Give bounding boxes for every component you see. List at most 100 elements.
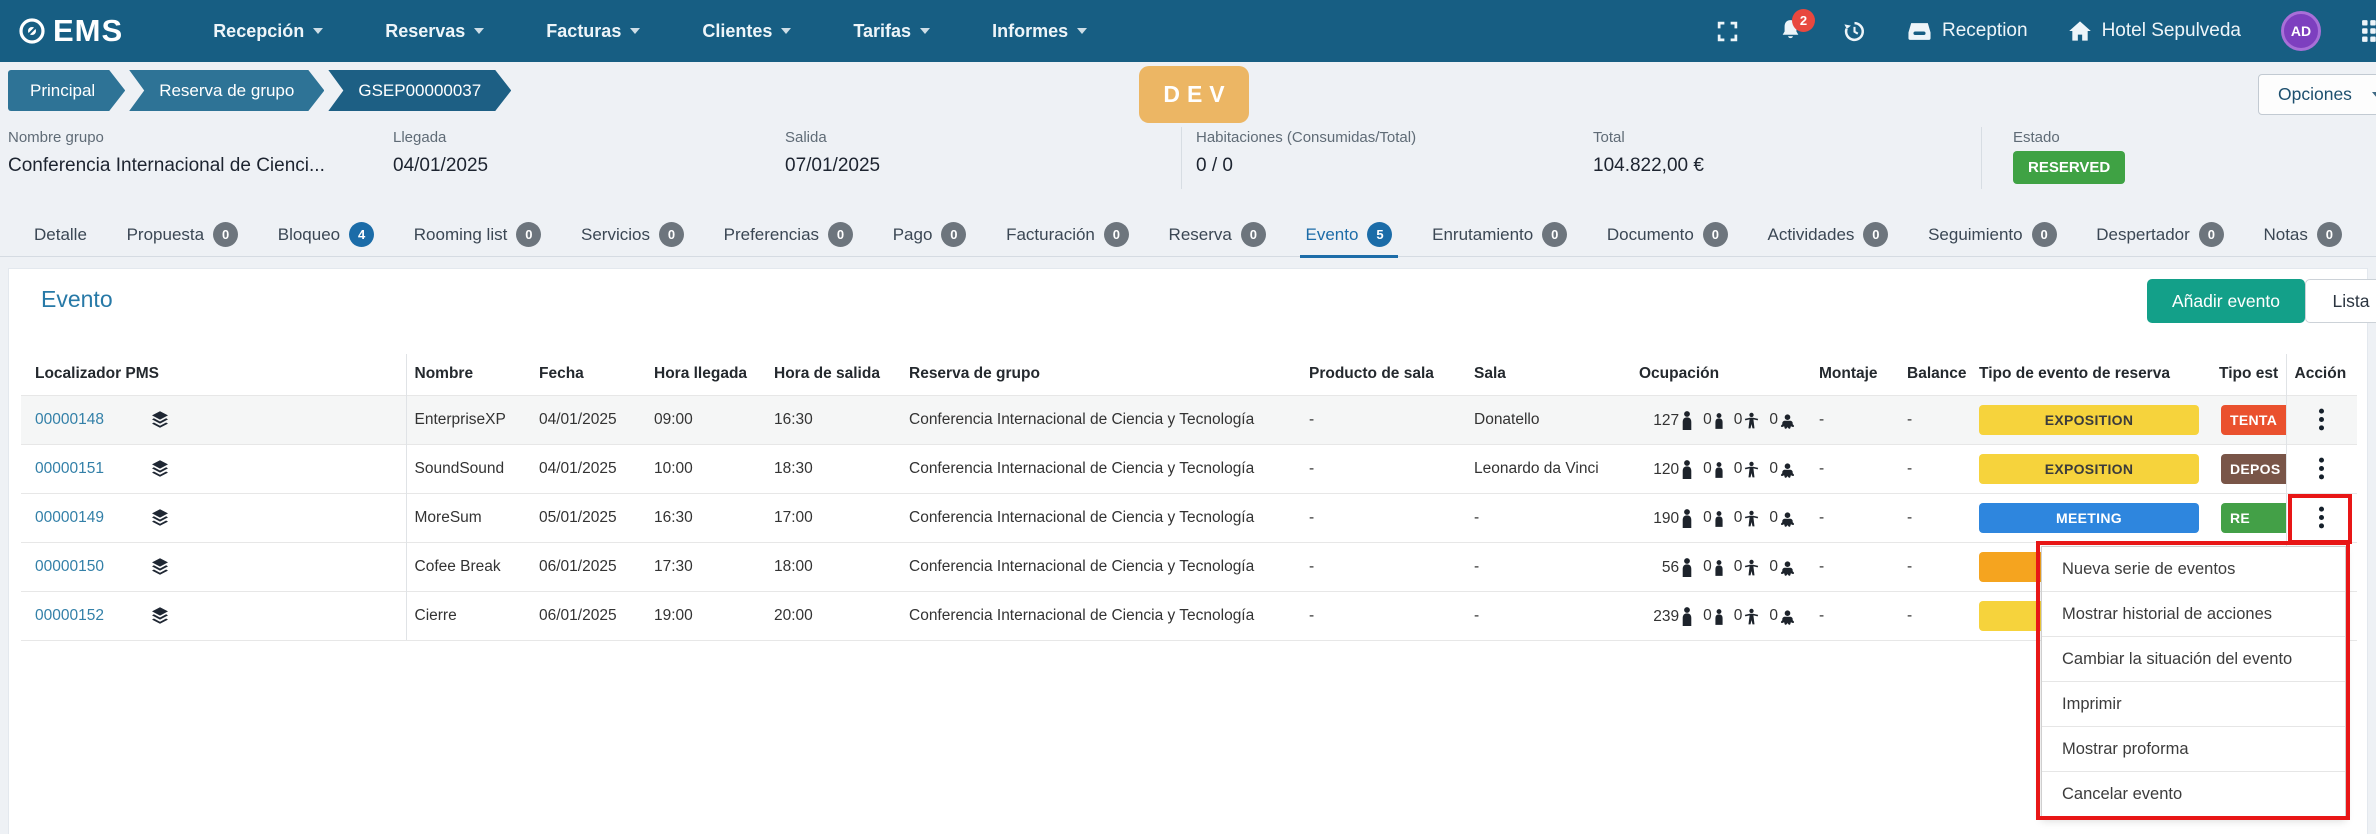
tab-despertador[interactable]: Despertador0 xyxy=(2096,213,2224,257)
row-actions-button[interactable] xyxy=(2306,453,2337,484)
tab-servicios[interactable]: Servicios0 xyxy=(581,213,684,257)
menu-item-print[interactable]: Imprimir xyxy=(2042,682,2345,727)
tab-count-badge: 4 xyxy=(349,222,374,247)
fullscreen-button[interactable] xyxy=(1716,20,1739,43)
event-room: - xyxy=(1466,494,1631,543)
column-header-tipo-evento: Tipo de evento de reserva xyxy=(1971,354,2211,396)
table-row: 00000150 Cofee Break 06/01/2025 17:30 18… xyxy=(21,543,2357,592)
row-actions-button-active[interactable] xyxy=(2306,502,2337,533)
tab-detalle[interactable]: Detalle xyxy=(34,213,87,257)
event-setup: - xyxy=(1811,592,1899,641)
tab-bloqueo[interactable]: Bloqueo4 xyxy=(278,213,374,257)
reception-selector[interactable]: Reception xyxy=(1907,20,2028,42)
event-status-badge: TENTA xyxy=(2221,405,2286,435)
history-button[interactable] xyxy=(1842,19,1867,44)
menu-item-show-action-history[interactable]: Mostrar historial de acciones xyxy=(2042,592,2345,637)
menu-informes[interactable]: Informes xyxy=(992,21,1087,42)
occupancy-baby-icon xyxy=(1780,512,1795,527)
pms-locator-link[interactable]: 00000149 xyxy=(35,509,104,527)
event-end-time: 17:00 xyxy=(766,494,901,543)
ems-logo[interactable]: EMS xyxy=(18,13,123,49)
tab-count-badge: 0 xyxy=(2317,222,2342,247)
pms-locator-link[interactable]: 00000148 xyxy=(35,411,104,429)
row-context-menu: Nueva serie de eventos Mostrar historial… xyxy=(2041,546,2346,818)
occupancy: 120 0 0 0 xyxy=(1639,460,1803,479)
occupancy: 56 0 0 0 xyxy=(1639,558,1803,577)
table-row: 00000149 MoreSum 05/01/2025 16:30 17:00 … xyxy=(21,494,2357,543)
column-header-reserva-grupo: Reserva de grupo xyxy=(901,354,1301,396)
event-start-time: 17:30 xyxy=(646,543,766,592)
occupancy-adult-icon xyxy=(1681,460,1693,479)
menu-item-show-proforma[interactable]: Mostrar proforma xyxy=(2042,727,2345,772)
menu-recepcion[interactable]: Recepción xyxy=(213,21,323,42)
tab-count-badge: 0 xyxy=(1703,222,1728,247)
menu-item-new-event-series[interactable]: Nueva serie de eventos xyxy=(2042,547,2345,592)
occupancy-junior-icon xyxy=(1714,609,1724,625)
event-room: - xyxy=(1466,592,1631,641)
menu-tarifas[interactable]: Tarifas xyxy=(853,21,930,42)
pms-locator-link[interactable]: 00000151 xyxy=(35,460,104,478)
tab-evento[interactable]: Evento5 xyxy=(1306,213,1393,257)
hotel-selector[interactable]: Hotel Sepulveda xyxy=(2068,20,2241,42)
menu-reservas[interactable]: Reservas xyxy=(385,21,484,42)
column-header-balance: Balance xyxy=(1899,354,1971,396)
ems-logo-icon xyxy=(18,17,46,45)
user-avatar[interactable]: AD xyxy=(2281,11,2321,51)
tab-count-badge: 5 xyxy=(1367,222,1392,247)
add-event-button[interactable]: Añadir evento xyxy=(2147,279,2305,323)
event-balance: - xyxy=(1899,396,1971,445)
occupancy-child-icon xyxy=(1744,608,1759,625)
list-view-button[interactable]: Lista xyxy=(2305,279,2376,323)
occupancy-adult-icon xyxy=(1681,607,1693,626)
chevron-down-icon xyxy=(920,28,930,34)
tab-documento[interactable]: Documento0 xyxy=(1607,213,1728,257)
breadcrumb-current-reservation[interactable]: GSEP00000037 xyxy=(328,70,511,111)
table-row: 00000151 SoundSound 04/01/2025 10:00 18:… xyxy=(21,445,2357,494)
tab-preferencias[interactable]: Preferencias0 xyxy=(724,213,853,257)
event-name: Cierre xyxy=(406,592,531,641)
layers-icon xyxy=(150,410,170,430)
event-name: SoundSound xyxy=(406,445,531,494)
tab-count-badge: 0 xyxy=(1863,222,1888,247)
apps-grid-button[interactable] xyxy=(2361,19,2376,43)
chevron-down-icon xyxy=(781,28,791,34)
breadcrumb-principal[interactable]: Principal xyxy=(8,70,125,111)
event-type-badge: EXPOSITION xyxy=(1979,454,2199,484)
tab-propuesta[interactable]: Propuesta0 xyxy=(127,213,239,257)
layers-icon xyxy=(150,459,170,479)
menu-facturas[interactable]: Facturas xyxy=(546,21,640,42)
menu-item-cancel-event[interactable]: Cancelar evento xyxy=(2042,772,2345,817)
summary-arrival: Llegada 04/01/2025 xyxy=(393,129,488,177)
tab-pago[interactable]: Pago0 xyxy=(893,213,967,257)
menu-clientes[interactable]: Clientes xyxy=(702,21,791,42)
notifications-button[interactable]: 2 xyxy=(1779,19,1802,44)
event-status-badge: DEPOS xyxy=(2221,454,2286,484)
occupancy-child-icon xyxy=(1744,510,1759,527)
pms-locator-link[interactable]: 00000150 xyxy=(35,558,104,576)
tab-count-badge: 0 xyxy=(941,222,966,247)
menu-item-change-event-status[interactable]: Cambiar la situación del evento xyxy=(2042,637,2345,682)
event-group: Conferencia Internacional de Ciencia y T… xyxy=(901,592,1301,641)
column-header-nombre: Nombre xyxy=(406,354,531,396)
tab-notas[interactable]: Notas0 xyxy=(2263,213,2341,257)
page-title: Evento xyxy=(41,286,113,313)
occupancy-adult-icon xyxy=(1681,558,1693,577)
tab-reserva[interactable]: Reserva0 xyxy=(1169,213,1266,257)
table-header-row: Localizador PMS Nombre Fecha Hora llegad… xyxy=(21,354,2357,396)
pms-locator-link[interactable]: 00000152 xyxy=(35,607,104,625)
tab-actividades[interactable]: Actividades0 xyxy=(1767,213,1888,257)
tab-seguimiento[interactable]: Seguimiento0 xyxy=(1928,213,2057,257)
options-button[interactable]: Opciones xyxy=(2258,74,2376,115)
event-name: EnterpriseXP xyxy=(406,396,531,445)
home-icon xyxy=(2068,20,2092,42)
tab-enrutamiento[interactable]: Enrutamiento0 xyxy=(1432,213,1567,257)
event-group: Conferencia Internacional de Ciencia y T… xyxy=(901,543,1301,592)
tab-facturacion[interactable]: Facturación0 xyxy=(1006,213,1129,257)
tab-rooming-list[interactable]: Rooming list0 xyxy=(414,213,542,257)
summary-divider xyxy=(1181,127,1182,189)
row-actions-button[interactable] xyxy=(2306,404,2337,435)
breadcrumb-reserva-de-grupo[interactable]: Reserva de grupo xyxy=(129,70,324,111)
event-room: Donatello xyxy=(1466,396,1631,445)
occupancy-junior-icon xyxy=(1714,560,1724,576)
apps-grid-icon xyxy=(2361,19,2376,43)
